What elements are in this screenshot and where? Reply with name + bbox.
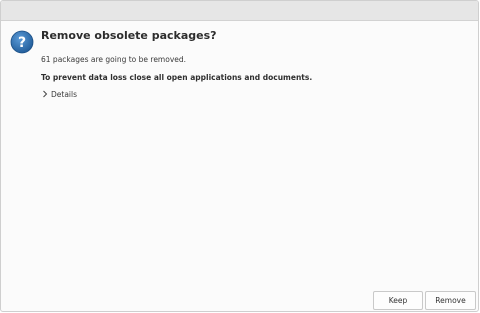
dialog-title: Remove obsolete packages? (41, 29, 217, 42)
dialog-warning: To prevent data loss close all open appl… (41, 73, 313, 82)
remove-button[interactable]: Remove (425, 291, 476, 310)
title-bar[interactable] (1, 1, 478, 21)
question-icon: ? (10, 30, 34, 54)
svg-text:?: ? (18, 35, 26, 51)
details-label: Details (51, 89, 78, 99)
details-expander[interactable]: Details (42, 88, 77, 100)
dialog-window: ? Remove obsolete packages? 61 packages … (0, 0, 479, 312)
keep-button[interactable]: Keep (373, 291, 423, 310)
chevron-right-icon (43, 90, 48, 98)
dialog-message: 61 packages are going to be removed. (41, 55, 187, 64)
